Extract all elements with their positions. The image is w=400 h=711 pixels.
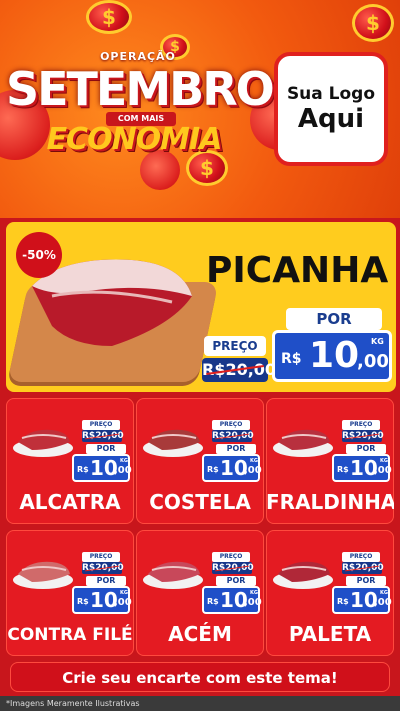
product-name: CONTRA FILÉ — [7, 625, 133, 645]
coin-icon: $ — [352, 4, 394, 42]
price-integer: 10 — [309, 335, 360, 376]
product-image — [13, 561, 73, 589]
currency-symbol: R$ — [281, 351, 302, 367]
old-price-label: PREÇO — [342, 420, 380, 430]
coin-icon: $ — [86, 0, 132, 34]
product-name: PALETA — [288, 622, 372, 646]
new-price-label: POR — [346, 576, 386, 586]
product-image — [273, 561, 333, 589]
old-price: R$20,00 — [342, 562, 384, 574]
new-price: R$ 10,00 KG — [202, 454, 262, 482]
currency-symbol: R$ — [207, 465, 219, 474]
featured-product-name: PICANHA — [206, 250, 389, 291]
currency-symbol: R$ — [337, 465, 349, 474]
price-cents: ,00 — [374, 597, 392, 608]
header-banner: $ $ $ $ OPERAÇÃO SETEMBRO COM MAIS ECONO… — [0, 0, 400, 218]
logo-text-line2: Aqui — [297, 104, 365, 134]
old-price: R$20,00 — [212, 430, 254, 442]
product-name: ACÉM — [168, 622, 232, 646]
currency-symbol: R$ — [77, 597, 89, 606]
price-cents: ,00 — [357, 351, 389, 372]
discount-badge: -50% — [16, 232, 62, 278]
old-price-label: PREÇO — [204, 336, 266, 356]
old-price-label: PREÇO — [212, 420, 250, 430]
currency-symbol: R$ — [77, 465, 89, 474]
new-price-label: POR — [286, 308, 382, 330]
product-card: PREÇOR$20,00 PORR$10,00KG ACÉM — [136, 530, 264, 656]
cta-banner[interactable]: Crie seu encarte com este tema! — [10, 662, 390, 692]
price-unit: KG — [380, 590, 388, 596]
new-price: R$ 10,00 KG — [332, 454, 392, 482]
logo-text-line1: Sua Logo — [286, 84, 376, 104]
price-unit: KG — [120, 458, 128, 464]
price-unit: KG — [371, 337, 384, 346]
old-price-label: PREÇO — [82, 420, 120, 430]
product-image — [13, 429, 73, 457]
new-price-label: POR — [86, 444, 126, 454]
product-image — [143, 429, 203, 457]
old-price: R$20,00 — [202, 358, 276, 382]
product-card: PREÇOR$20,00 PORR$10,00KG COSTELA — [136, 398, 264, 524]
currency-symbol: R$ — [337, 597, 349, 606]
product-card: PREÇOR$20,00 PORR$10,00KG CONTRA FILÉ — [6, 530, 134, 656]
price-cents: ,00 — [374, 465, 392, 476]
campaign-month: SETEMBRO — [6, 62, 275, 116]
campaign-economia: ECONOMIA — [46, 122, 223, 157]
product-name: ALCATRA — [19, 490, 121, 514]
old-price: R$20,00 — [82, 430, 124, 442]
campaign-title: OPERAÇÃO SETEMBRO COM MAIS ECONOMIA — [6, 50, 275, 170]
product-image — [273, 429, 333, 457]
new-price-label: POR — [216, 576, 256, 586]
price-cents: ,00 — [114, 597, 132, 608]
new-price: R$ 10,00 KG — [202, 586, 262, 614]
old-price-label: PREÇO — [82, 552, 120, 562]
new-price-label: POR — [86, 576, 126, 586]
currency-symbol: R$ — [207, 597, 219, 606]
old-price-label: PREÇO — [342, 552, 380, 562]
old-price: R$20,00 — [212, 562, 254, 574]
new-price: R$ 10,00 KG — [332, 586, 392, 614]
product-card: PREÇOR$20,00 PORR$10,00KG ALCATRA — [6, 398, 134, 524]
new-price-label: POR — [216, 444, 256, 454]
product-name: COSTELA — [149, 490, 251, 514]
featured-product: -50% PICANHA PREÇO R$20,00 POR R$ 10 ,00… — [6, 222, 396, 392]
logo-placeholder: Sua Logo Aqui — [274, 52, 388, 166]
price-unit: KG — [120, 590, 128, 596]
footnote: *Imagens Meramente Ilustrativas — [0, 696, 400, 711]
price-cents: ,00 — [114, 465, 132, 476]
old-price: R$20,00 — [82, 562, 124, 574]
old-price-label: PREÇO — [212, 552, 250, 562]
price-unit: KG — [380, 458, 388, 464]
new-price: R$ 10,00 KG — [72, 454, 132, 482]
old-price: R$20,00 — [342, 430, 384, 442]
price-unit: KG — [250, 590, 258, 596]
product-name: FRALDINHA — [266, 490, 394, 514]
price-cents: ,00 — [244, 465, 262, 476]
price-cents: ,00 — [244, 597, 262, 608]
price-unit: KG — [250, 458, 258, 464]
product-card: PREÇOR$20,00 PORR$10,00KG PALETA — [266, 530, 394, 656]
product-card: PREÇOR$20,00 PORR$10,00KG FRALDINHA — [266, 398, 394, 524]
new-price: R$ 10,00 KG — [72, 586, 132, 614]
new-price-label: POR — [346, 444, 386, 454]
product-image — [143, 561, 203, 589]
new-price: R$ 10 ,00 KG — [272, 330, 392, 382]
